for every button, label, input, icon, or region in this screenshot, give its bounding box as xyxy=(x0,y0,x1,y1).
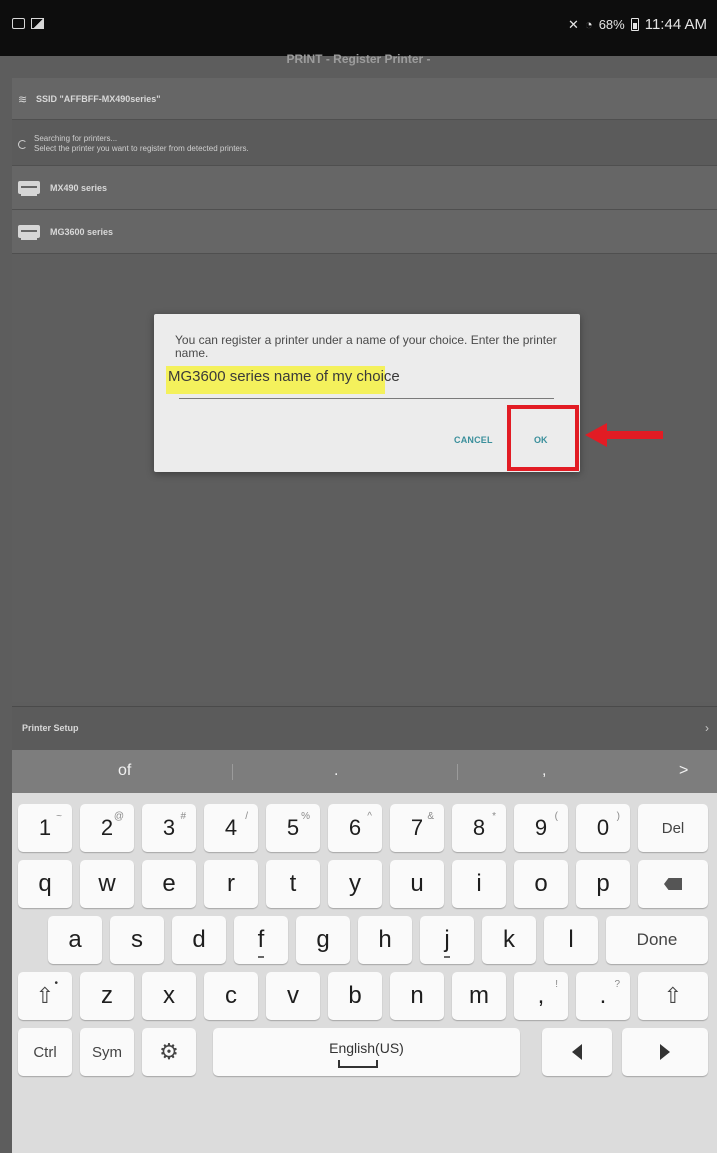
shift-key-left[interactable]: ⇧ • xyxy=(18,972,72,1020)
space-icon xyxy=(338,1060,378,1068)
key-n[interactable]: n xyxy=(390,972,444,1020)
sym-key[interactable]: Sym xyxy=(80,1028,134,1076)
key-h[interactable]: h xyxy=(358,916,412,964)
key-j[interactable]: j xyxy=(420,916,474,964)
ssid-row: ≋ SSID "AFFBFF-MX490series" xyxy=(12,78,717,120)
suggestion-bar: of . , > xyxy=(12,750,717,793)
printer-name-input[interactable] xyxy=(168,368,548,385)
cancel-button[interactable]: CANCEL xyxy=(454,435,493,445)
searching-status: Searching for printers... xyxy=(34,134,118,143)
status-bar: ✕ ◔ 68% 11:44 AM PRINT - Register Printe… xyxy=(0,0,717,66)
key-0[interactable]: 0) xyxy=(576,804,630,852)
space-key[interactable]: English(US) xyxy=(213,1028,520,1076)
shift-icon: ⇧ xyxy=(663,983,683,1008)
list-item[interactable]: MG3600 series xyxy=(12,210,717,254)
delete-key[interactable]: Del xyxy=(638,804,708,852)
key-u[interactable]: u xyxy=(390,860,444,908)
key-b[interactable]: b xyxy=(328,972,382,1020)
searching-row: Searching for printers... Select the pri… xyxy=(12,120,717,166)
printer-name: MX490 series xyxy=(50,183,108,193)
searching-instruction: Select the printer you want to register … xyxy=(34,144,249,153)
notification-icon xyxy=(12,18,25,29)
key-3[interactable]: 3 # xyxy=(142,804,196,852)
printer-name: MG3600 series xyxy=(50,227,114,237)
printer-setup-label: Printer Setup xyxy=(22,723,79,733)
settings-key[interactable]: ⚙ xyxy=(142,1028,196,1076)
suggestion-item[interactable]: of xyxy=(118,762,131,780)
key-w[interactable]: w xyxy=(80,860,134,908)
ssid-label: SSID "AFFBFF-MX490series" xyxy=(36,94,161,104)
key-p[interactable]: p xyxy=(576,860,630,908)
suggestion-expand-icon[interactable]: > xyxy=(679,762,688,780)
key-i[interactable]: i xyxy=(452,860,506,908)
key-period[interactable]: .? xyxy=(576,972,630,1020)
key-9[interactable]: 9( xyxy=(514,804,568,852)
key-4[interactable]: 4/ xyxy=(204,804,258,852)
key-t[interactable]: t xyxy=(266,860,320,908)
suggestion-item[interactable]: , xyxy=(542,762,546,780)
key-8[interactable]: 8 * xyxy=(452,804,506,852)
key-s[interactable]: s xyxy=(110,916,164,964)
loading-spinner-icon xyxy=(18,140,27,149)
key-o[interactable]: o xyxy=(514,860,568,908)
mute-icon: ✕ xyxy=(567,16,579,32)
done-key[interactable]: Done xyxy=(606,916,708,964)
key-v[interactable]: v xyxy=(266,972,320,1020)
key-g[interactable]: g xyxy=(296,916,350,964)
key-m[interactable]: m xyxy=(452,972,506,1020)
gear-icon: ⚙ xyxy=(159,1039,179,1064)
key-5[interactable]: 5% xyxy=(266,804,320,852)
ok-highlight-box xyxy=(507,405,579,471)
image-notification-icon xyxy=(31,18,44,29)
shift-key-right[interactable]: ⇧ xyxy=(638,972,708,1020)
page-title: PRINT - Register Printer - xyxy=(286,52,431,66)
arrow-right-icon xyxy=(660,1044,670,1060)
key-r[interactable]: r xyxy=(204,860,258,908)
key-7[interactable]: 7 & xyxy=(390,804,444,852)
dialog-message: You can register a printer under a name … xyxy=(175,333,557,360)
key-2[interactable]: 2 @ xyxy=(80,804,134,852)
wifi-icon: ◔ xyxy=(584,17,593,32)
list-item[interactable]: MX490 series xyxy=(12,166,717,210)
backspace-icon xyxy=(664,878,682,890)
cursor-right-key[interactable] xyxy=(622,1028,708,1076)
key-z[interactable]: z xyxy=(80,972,134,1020)
arrow-left-icon xyxy=(572,1044,582,1060)
key-q[interactable]: q xyxy=(18,860,72,908)
tablet-screen: ✕ ◔ 68% 11:44 AM PRINT - Register Printe… xyxy=(0,0,717,1153)
key-k[interactable]: k xyxy=(482,916,536,964)
key-1[interactable]: 1 ~ xyxy=(18,804,72,852)
printer-icon xyxy=(18,225,40,240)
keyboard-language-label: English(US) xyxy=(329,1040,404,1056)
key-e[interactable]: e xyxy=(142,860,196,908)
key-c[interactable]: c xyxy=(204,972,258,1020)
pointer-arrow-icon xyxy=(585,423,663,447)
ctrl-key[interactable]: Ctrl xyxy=(18,1028,72,1076)
battery-percent: 68% xyxy=(598,17,625,32)
battery-icon xyxy=(630,18,639,31)
clock: 11:44 AM xyxy=(644,16,707,33)
chevron-right-icon: › xyxy=(705,721,709,735)
suggestion-item[interactable]: . xyxy=(334,762,338,780)
key-f[interactable]: f xyxy=(234,916,288,964)
key-x[interactable]: x xyxy=(142,972,196,1020)
key-6[interactable]: 6 ^ xyxy=(328,804,382,852)
key-comma[interactable]: ,! xyxy=(514,972,568,1020)
printer-icon xyxy=(18,181,40,196)
printer-setup-bar[interactable]: Printer Setup › xyxy=(12,706,717,750)
shift-icon: ⇧ xyxy=(35,983,55,1008)
on-screen-keyboard: of . , > 1 ~ 2 @ 3 # 4/ 5% 6 ^ 7 & 8 * 9( 0) D… xyxy=(12,750,717,1153)
key-a[interactable]: a xyxy=(48,916,102,964)
key-y[interactable]: y xyxy=(328,860,382,908)
input-underline xyxy=(179,398,554,399)
cursor-left-key[interactable] xyxy=(542,1028,612,1076)
key-l[interactable]: l xyxy=(544,916,598,964)
key-d[interactable]: d xyxy=(172,916,226,964)
backspace-key[interactable] xyxy=(638,860,708,908)
wifi-icon: ≋ xyxy=(18,94,28,106)
